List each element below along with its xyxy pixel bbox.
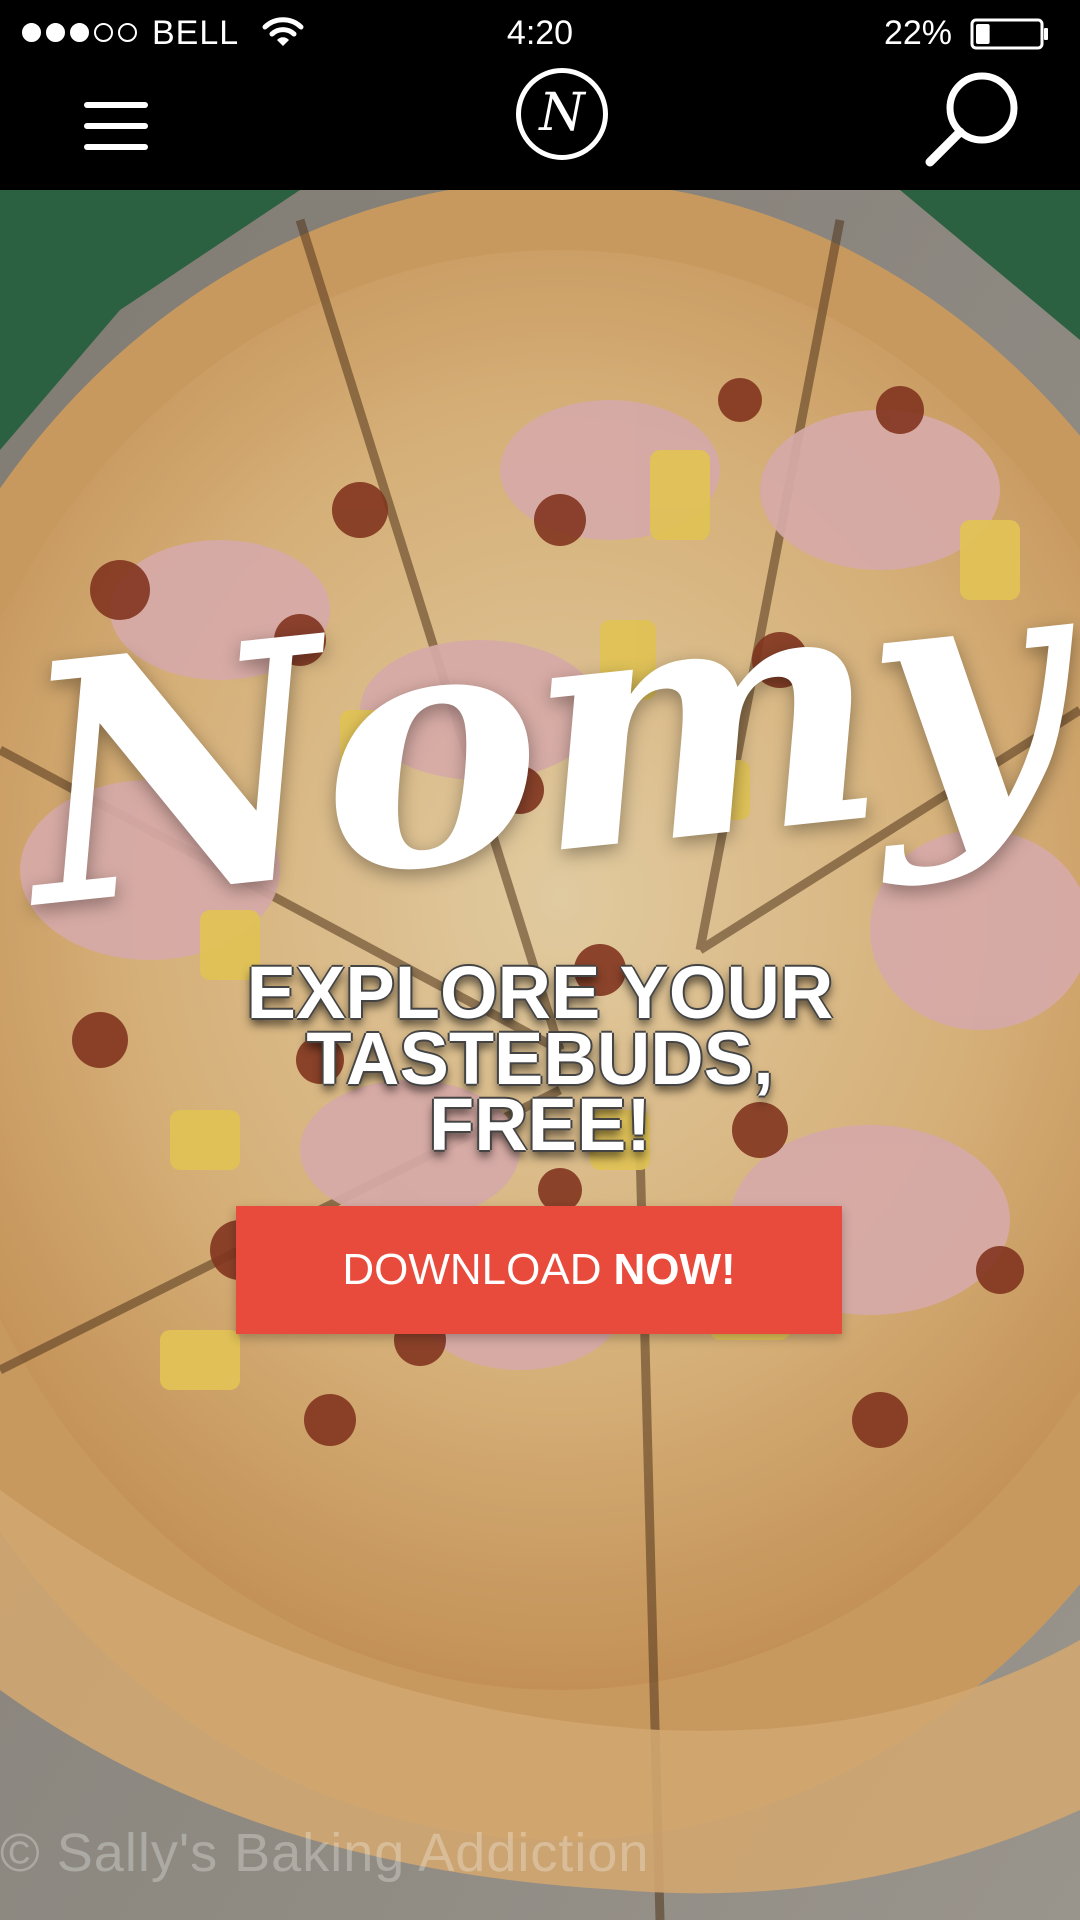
menu-line xyxy=(84,144,148,150)
download-now-button[interactable]: DOWNLOAD NOW! xyxy=(236,1206,842,1334)
photo-watermark: © Sally's Baking Addiction xyxy=(0,1823,650,1883)
battery-percent: 22% xyxy=(883,14,952,52)
hamburger-menu-icon[interactable] xyxy=(80,96,152,156)
menu-line xyxy=(84,123,148,129)
hero-section: Nomy EXPLORE YOUR TASTEBUDS, FREE! DOWNL… xyxy=(0,190,1080,1920)
battery-icon xyxy=(970,18,1048,50)
tagline: EXPLORE YOUR TASTEBUDS, FREE! xyxy=(0,956,1080,1166)
now-label: NOW! xyxy=(613,1245,736,1294)
search-icon[interactable] xyxy=(922,68,1026,168)
menu-line xyxy=(84,102,148,108)
nav-bar: N xyxy=(0,66,1080,190)
app-logo[interactable]: N xyxy=(516,68,608,160)
status-bar: BELL 4:20 22% xyxy=(0,0,1080,66)
brand-wordmark: Nomy xyxy=(7,488,1073,982)
download-label: DOWNLOAD xyxy=(342,1245,602,1294)
app-screen: BELL 4:20 22% N Nomy EXPLORE YOUR TASTEB… xyxy=(0,0,1080,1920)
tagline-line: FREE! xyxy=(429,1083,651,1166)
